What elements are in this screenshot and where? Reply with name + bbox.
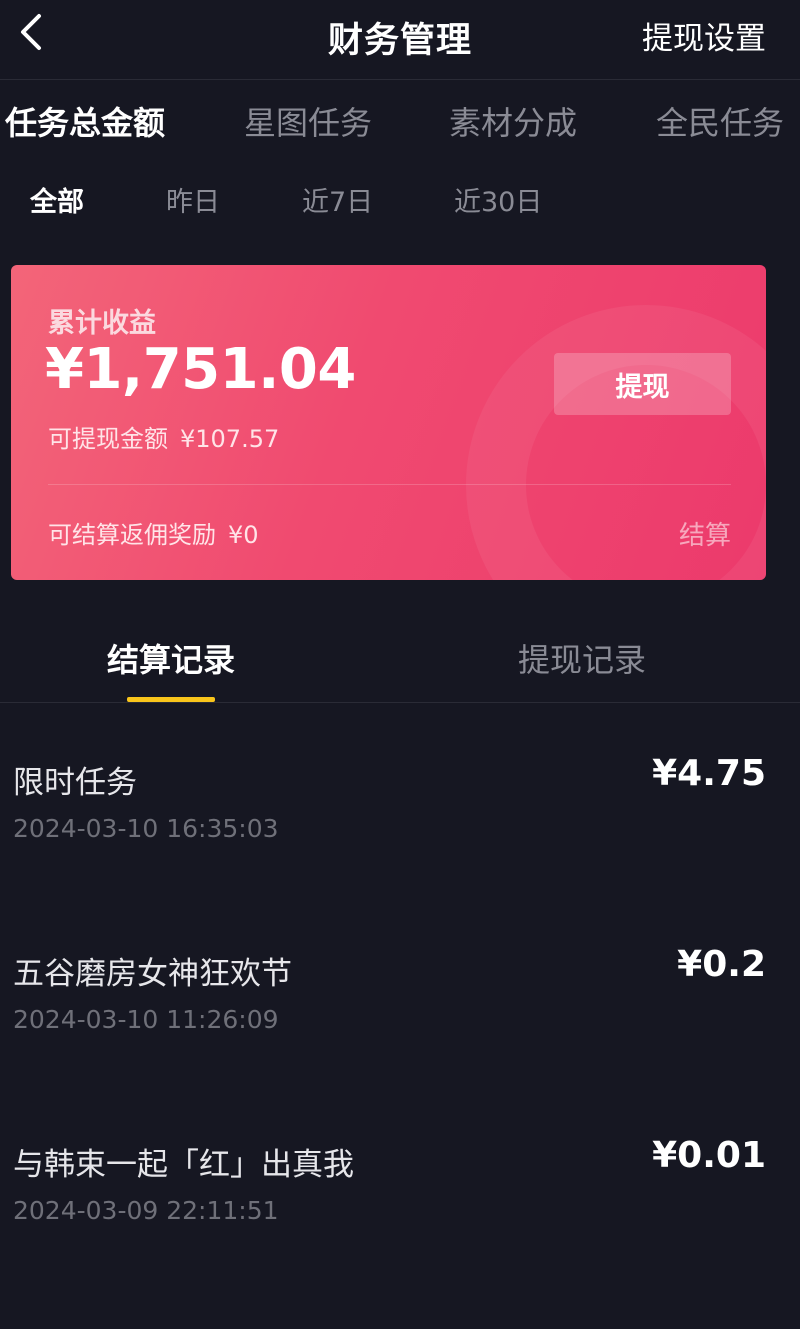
rebate-value: ¥0	[228, 521, 259, 549]
filter-last-30-days[interactable]: 近30日	[454, 180, 542, 219]
record-time: 2024-03-10 11:26:09	[13, 1005, 279, 1034]
category-tabs: 任务总金额 星图任务 素材分成 全民任务	[0, 98, 800, 154]
record-title: 五谷磨房女神狂欢节	[13, 956, 292, 992]
rebate-label: 可结算返佣奖励	[48, 521, 216, 549]
list-item[interactable]: 五谷磨房女神狂欢节 2024-03-10 11:26:09 ¥0.2	[0, 944, 800, 1138]
tab-total-amount[interactable]: 任务总金额	[5, 98, 165, 144]
active-tab-indicator	[127, 697, 215, 702]
record-amount: ¥0.2	[677, 944, 766, 985]
list-item[interactable]: 限时任务 2024-03-10 16:35:03 ¥4.75	[0, 753, 800, 947]
top-nav-bar: 财务管理 提现设置	[0, 0, 800, 80]
cumulative-earnings-value: ¥1,751.04	[45, 337, 356, 402]
tab-withdrawal-records[interactable]: 提现记录	[518, 635, 646, 681]
rebate-reward: 可结算返佣奖励 ¥0	[48, 515, 259, 550]
record-amount: ¥4.75	[652, 753, 766, 794]
tab-settlement-records[interactable]: 结算记录	[107, 635, 235, 681]
settle-button[interactable]: 结算	[679, 515, 731, 552]
record-amount: ¥0.01	[652, 1135, 766, 1176]
time-filter-tabs: 全部 昨日 近7日 近30日	[0, 180, 800, 224]
tab-material-share[interactable]: 素材分成	[449, 98, 577, 144]
withdraw-settings-link[interactable]: 提现设置	[642, 13, 766, 58]
record-time: 2024-03-10 16:35:03	[13, 814, 279, 843]
withdrawable-label: 可提现金额	[48, 425, 168, 453]
withdraw-button[interactable]: 提现	[554, 353, 731, 415]
record-tabs: 结算记录 提现记录	[0, 635, 800, 703]
record-title: 限时任务	[13, 765, 137, 801]
tab-xingtu-tasks[interactable]: 星图任务	[244, 98, 372, 144]
list-item[interactable]: 与韩束一起「红」出真我 2024-03-09 22:11:51 ¥0.01	[0, 1135, 800, 1329]
record-time: 2024-03-09 22:11:51	[13, 1196, 279, 1225]
filter-yesterday[interactable]: 昨日	[166, 180, 220, 219]
filter-last-7-days[interactable]: 近7日	[302, 180, 373, 219]
cumulative-earnings-label: 累计收益	[48, 308, 156, 339]
record-title: 与韩束一起「红」出真我	[13, 1147, 354, 1183]
withdrawable-amount: 可提现金额 ¥107.57	[48, 419, 279, 454]
earnings-card: 累计收益 ¥1,751.04 可提现金额 ¥107.57 提现 可结算返佣奖励 ¥0…	[11, 265, 766, 580]
card-divider	[48, 484, 731, 485]
tab-national-tasks[interactable]: 全民任务	[656, 98, 784, 144]
withdrawable-value: ¥107.57	[180, 425, 280, 453]
filter-all[interactable]: 全部	[30, 180, 84, 219]
